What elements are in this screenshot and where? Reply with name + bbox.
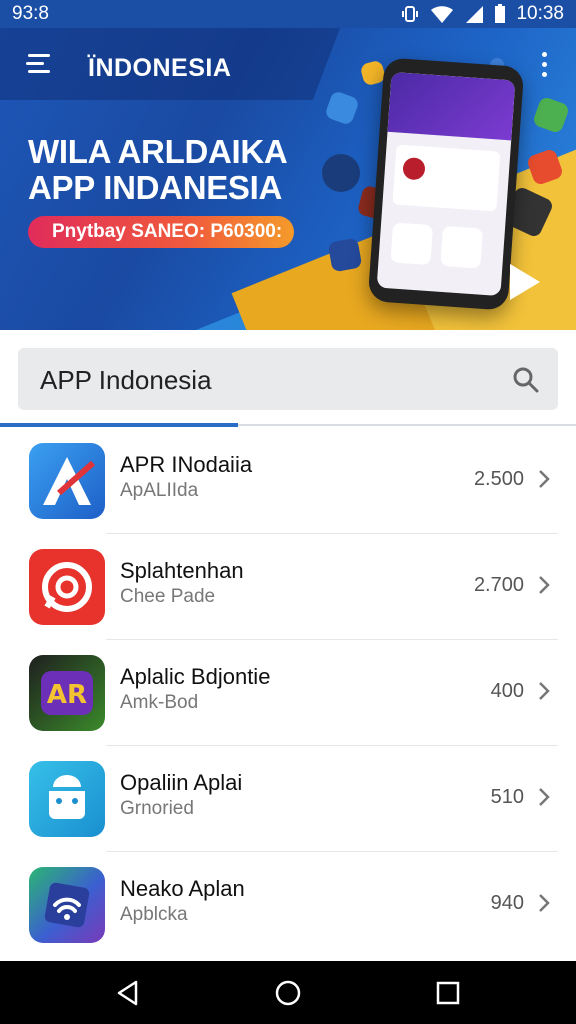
app-name: Opaliin Aplai [120,770,243,795]
app-subtitle: Amk-Bod [120,692,199,713]
vibrate-icon [402,6,419,22]
status-clock: 10:38 [516,3,564,24]
list-item[interactable]: APR INodaiia ApALIIda 2.500 [0,428,576,534]
floating-app-icon [324,90,360,126]
tab-indicator [0,423,238,427]
floating-app-icon [531,95,571,135]
search-icon[interactable] [512,366,540,394]
chevron-right-icon [539,470,550,488]
chevron-right-icon [539,788,550,806]
app-count: 400 [490,680,524,702]
search-input[interactable] [38,358,502,402]
target-chat-icon [29,549,105,625]
app-title: ÏNDONESIA [88,54,232,82]
status-bar: 93:8 10:38 [0,0,576,28]
floating-app-icon [322,154,360,192]
app-subtitle: Grnoried [120,798,194,819]
app-count: 940 [490,892,524,914]
ar-badge-icon: AR [29,655,105,731]
chevron-right-icon [539,576,550,594]
app-subtitle: ApALIIda [120,480,199,501]
recents-icon[interactable] [434,979,462,1007]
list-item[interactable]: AR Aplalic Bdjontie Amk-Bod 400 [0,640,576,746]
home-icon[interactable] [274,979,302,1007]
app-list: APR INodaiia ApALIIda 2.500 Splahtenhan … [0,428,576,958]
hero-banner[interactable]: ÏNDONESIA WILA ARLDAIKA APP INDANESIA Pn… [0,28,576,330]
headline-line-1: WILA ARLDAIKA [28,133,288,170]
wifi-icon [431,6,454,23]
phone-mockup [367,57,525,311]
app-name: Neako Aplan [120,876,245,901]
menu-icon[interactable] [24,54,52,76]
cell-signal-icon [466,6,484,23]
app-name: APR INodaiia [120,452,253,477]
chevron-right-icon [539,682,550,700]
app-name: Splahtenhan [120,558,244,583]
back-icon[interactable] [114,979,142,1007]
app-count: 2.700 [473,574,524,596]
app-count: 510 [490,786,524,808]
more-options-icon[interactable] [536,52,552,82]
battery-icon [495,4,506,23]
status-left-text: 93:8 [12,3,49,24]
system-nav-bar [0,961,576,1024]
list-item[interactable]: Splahtenhan Chee Pade 2.700 [0,534,576,640]
search-bar[interactable] [18,348,558,410]
app-name: Aplalic Bdjontie [120,664,271,689]
headline-line-2: APP INDANESIA [28,169,283,206]
app-subtitle: Apblcka [120,904,188,925]
stylized-a-icon [29,443,105,519]
list-item[interactable]: Neako Aplan Apblcka 940 [0,852,576,958]
chevron-right-icon [539,894,550,912]
wifi-shield-icon [29,867,105,943]
app-count: 2.500 [473,468,524,490]
list-item[interactable]: Opaliin Aplai Grnoried 510 [0,746,576,852]
banner-headline: WILA ARLDAIKA APP INDANESIA [28,133,288,206]
floating-app-icon [327,237,363,273]
play-icon[interactable] [510,264,540,300]
android-robot-icon [29,761,105,837]
app-subtitle: Chee Pade [120,586,216,607]
promo-button[interactable]: Pnytbay SANEO: P60300: [28,216,294,248]
svg-text:AR: AR [47,680,87,710]
search-section [0,330,576,426]
